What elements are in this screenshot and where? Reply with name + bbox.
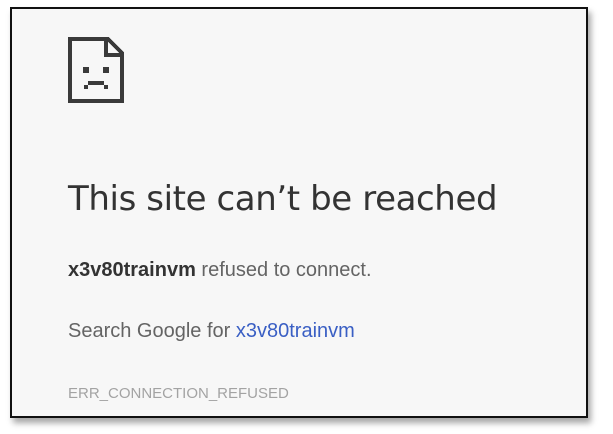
error-page: This site can’t be reached x3v80trainvm … — [10, 7, 588, 418]
refused-message: x3v80trainvm refused to connect. — [68, 259, 372, 282]
error-code: ERR_CONNECTION_REFUSED — [68, 385, 289, 402]
host-name: x3v80trainvm — [68, 259, 196, 281]
search-suggestion: Search Google for x3v80trainvm — [68, 320, 355, 343]
sad-page-icon — [68, 37, 124, 103]
page-title: This site can’t be reached — [68, 179, 498, 219]
search-google-link[interactable]: x3v80trainvm — [236, 320, 355, 342]
search-prefix: Search Google for — [68, 320, 236, 342]
refused-text: refused to connect. — [195, 259, 372, 281]
